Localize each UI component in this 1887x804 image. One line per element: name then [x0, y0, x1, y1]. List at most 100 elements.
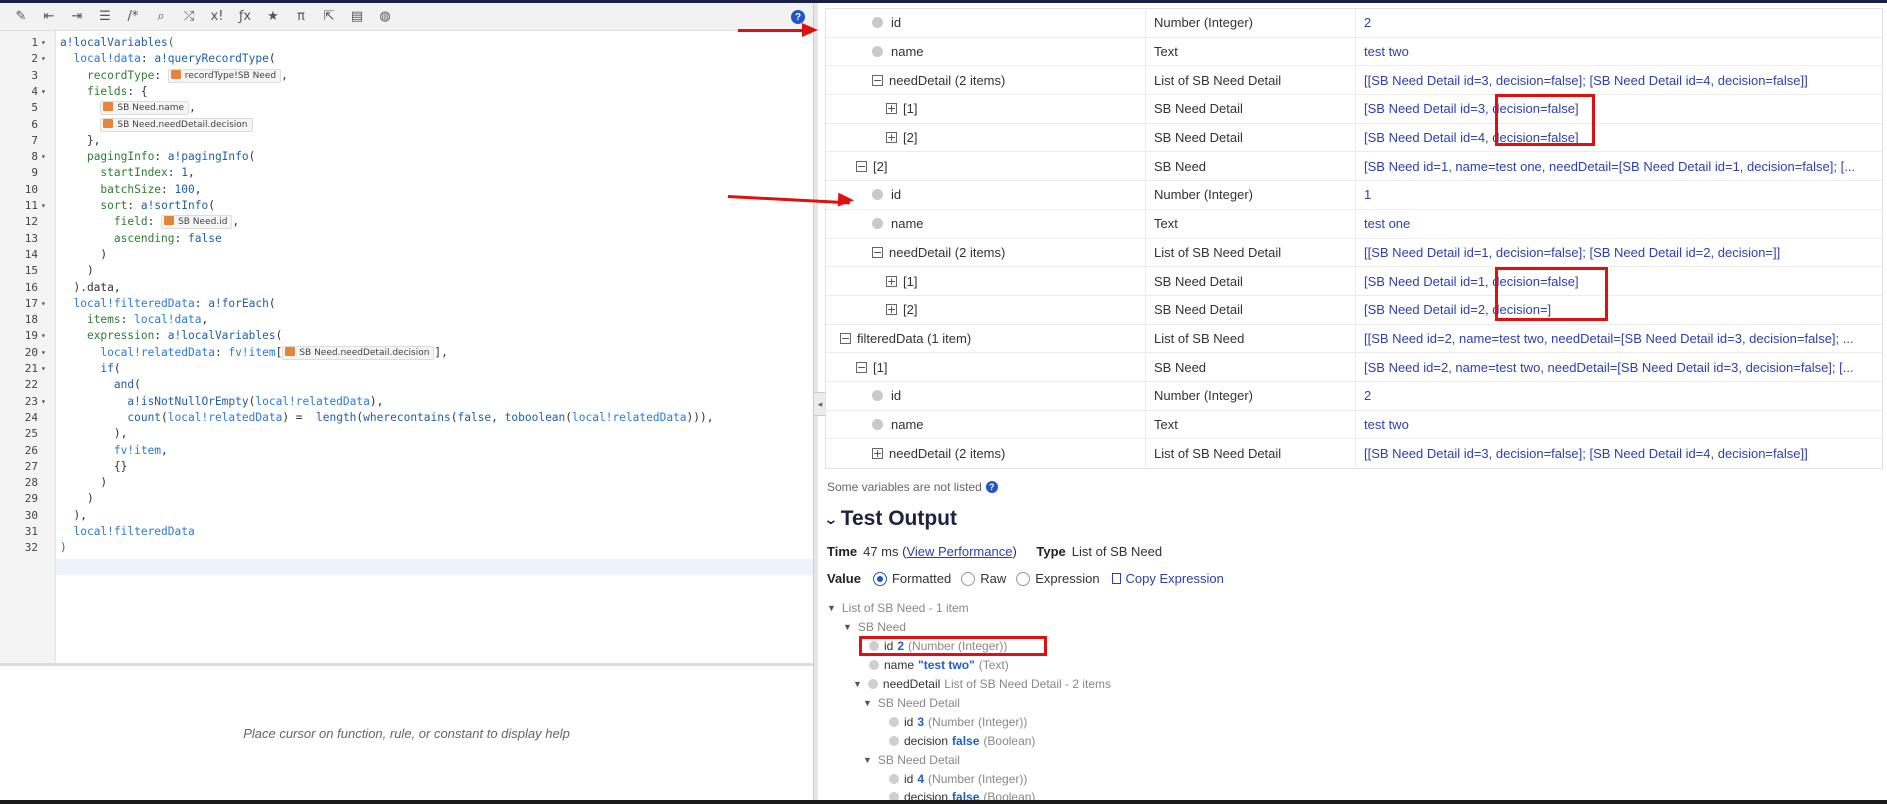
- code-line[interactable]: ): [60, 491, 94, 507]
- fold-icon[interactable]: ▾: [41, 296, 48, 312]
- fold-icon[interactable]: [41, 508, 48, 524]
- collapse-icon[interactable]: −: [856, 160, 867, 172]
- expand-icon[interactable]: +: [886, 132, 897, 144]
- code-line[interactable]: ): [60, 263, 94, 279]
- database-icon[interactable]: ▤: [346, 7, 368, 27]
- wand-icon[interactable]: ✎: [10, 7, 32, 27]
- indent-icon[interactable]: ⇥: [66, 7, 88, 27]
- tree-needdetail-row[interactable]: ▼ needDetail List of SB Need Detail - 2 it…: [853, 677, 1111, 691]
- expand-icon[interactable]: +: [872, 448, 883, 460]
- formatted-label[interactable]: Formatted: [892, 571, 951, 586]
- code-line[interactable]: SB Need.needDetail.decision: [60, 117, 253, 133]
- raw-radio[interactable]: [961, 571, 976, 586]
- fold-icon[interactable]: ▾: [41, 35, 48, 51]
- fold-icon[interactable]: [41, 247, 48, 263]
- code-line[interactable]: {}: [60, 459, 127, 475]
- view-performance-link[interactable]: View Performance: [906, 544, 1012, 559]
- code-line[interactable]: ),: [60, 508, 86, 524]
- pi-icon[interactable]: π: [290, 7, 312, 27]
- code-line[interactable]: local!data: a!queryRecordType(: [60, 51, 275, 67]
- code-line[interactable]: expression: a!localVariables(: [60, 328, 282, 344]
- exclamation-icon[interactable]: x!: [206, 7, 228, 27]
- star-icon[interactable]: ★: [262, 7, 284, 27]
- expression-label[interactable]: Expression: [1035, 571, 1099, 586]
- fold-icon[interactable]: ▾: [41, 198, 48, 214]
- code-area[interactable]: a!localVariables( local!data: a!queryRec…: [56, 31, 813, 663]
- fold-icon[interactable]: ▾: [41, 84, 48, 100]
- code-line[interactable]: local!relatedData: fv!item[SB Need.needD…: [60, 345, 448, 361]
- code-line[interactable]: fv!item,: [60, 443, 168, 459]
- code-line[interactable]: a!localVariables(: [60, 35, 175, 51]
- code-line[interactable]: if(: [60, 361, 120, 377]
- fold-icon[interactable]: [41, 117, 48, 133]
- shuffle-icon[interactable]: ⤮: [178, 7, 200, 27]
- list-icon[interactable]: ☰: [94, 7, 116, 27]
- code-line[interactable]: a!isNotNullOrEmpty(local!relatedData),: [60, 394, 383, 410]
- fold-icon[interactable]: [41, 524, 48, 540]
- fold-icon[interactable]: [41, 133, 48, 149]
- expression-radio[interactable]: [1016, 571, 1031, 586]
- fold-icon[interactable]: ▾: [41, 51, 48, 67]
- fold-icon[interactable]: [41, 280, 48, 296]
- tree-detail-1[interactable]: ▼ SB Need Detail: [863, 696, 960, 710]
- fold-icon[interactable]: ▾: [41, 149, 48, 165]
- code-line[interactable]: pagingInfo: a!pagingInfo(: [60, 149, 255, 165]
- fold-icon[interactable]: [41, 377, 48, 393]
- collapse-icon[interactable]: −: [872, 74, 883, 86]
- globe-icon[interactable]: ◍: [374, 7, 396, 27]
- tree-root[interactable]: ▼ List of SB Need - 1 item: [827, 601, 969, 615]
- code-line[interactable]: batchSize: 100,: [60, 182, 201, 198]
- expand-icon[interactable]: +: [886, 275, 897, 287]
- search-icon[interactable]: ⌕: [150, 7, 172, 27]
- code-line[interactable]: ascending: false: [60, 231, 222, 247]
- fold-icon[interactable]: [41, 165, 48, 181]
- formatted-radio[interactable]: [872, 571, 887, 586]
- code-line[interactable]: items: local!data,: [60, 312, 208, 328]
- fold-icon[interactable]: [41, 443, 48, 459]
- code-line[interactable]: and(: [60, 377, 141, 393]
- function-icon[interactable]: ƒx: [234, 7, 256, 27]
- export-icon[interactable]: ⇱: [318, 7, 340, 27]
- code-line[interactable]: ),: [60, 426, 127, 442]
- tree-detail-2[interactable]: ▼ SB Need Detail: [863, 753, 960, 767]
- code-line[interactable]: local!filteredData: [60, 524, 194, 540]
- fold-icon[interactable]: [41, 182, 48, 198]
- fold-icon[interactable]: ▾: [41, 345, 48, 361]
- code-line[interactable]: ): [60, 475, 107, 491]
- code-line[interactable]: },: [60, 133, 100, 149]
- raw-label[interactable]: Raw: [980, 571, 1006, 586]
- fold-icon[interactable]: [41, 231, 48, 247]
- tree-sbneed[interactable]: ▼ SB Need: [843, 620, 906, 634]
- code-line[interactable]: recordType: recordType!SB Need,: [60, 68, 288, 84]
- copy-expression-link[interactable]: Copy Expression: [1111, 571, 1224, 586]
- outdent-icon[interactable]: ⇤: [38, 7, 60, 27]
- fold-icon[interactable]: [41, 68, 48, 84]
- help-icon[interactable]: ?: [791, 10, 805, 24]
- fold-icon[interactable]: [41, 459, 48, 475]
- fold-icon[interactable]: [41, 214, 48, 230]
- test-output-header[interactable]: ⌄Test Output: [825, 507, 957, 531]
- code-line[interactable]: ): [60, 247, 107, 263]
- code-line[interactable]: ): [60, 540, 67, 556]
- code-line[interactable]: field: SB Need.id,: [60, 214, 239, 230]
- fold-icon[interactable]: [41, 491, 48, 507]
- fold-icon[interactable]: [41, 100, 48, 116]
- fold-icon[interactable]: [41, 263, 48, 279]
- expand-icon[interactable]: +: [886, 103, 897, 115]
- fold-icon[interactable]: [41, 475, 48, 491]
- code-line[interactable]: SB Need.name,: [60, 100, 196, 116]
- code-line[interactable]: startIndex: 1,: [60, 165, 194, 181]
- code-line[interactable]: fields: {: [60, 84, 148, 100]
- fold-icon[interactable]: [41, 410, 48, 426]
- collapse-icon[interactable]: −: [856, 361, 867, 373]
- collapse-icon[interactable]: −: [872, 246, 883, 258]
- fold-icon[interactable]: ▾: [41, 328, 48, 344]
- fold-icon[interactable]: ▾: [41, 361, 48, 377]
- fold-icon[interactable]: [41, 312, 48, 328]
- fold-icon[interactable]: [41, 540, 48, 556]
- code-line[interactable]: local!filteredData: a!forEach(: [60, 296, 275, 312]
- code-line[interactable]: sort: a!sortInfo(: [60, 198, 215, 214]
- fold-icon[interactable]: [41, 426, 48, 442]
- fold-icon[interactable]: ▾: [41, 394, 48, 410]
- code-line[interactable]: ).data,: [60, 280, 120, 296]
